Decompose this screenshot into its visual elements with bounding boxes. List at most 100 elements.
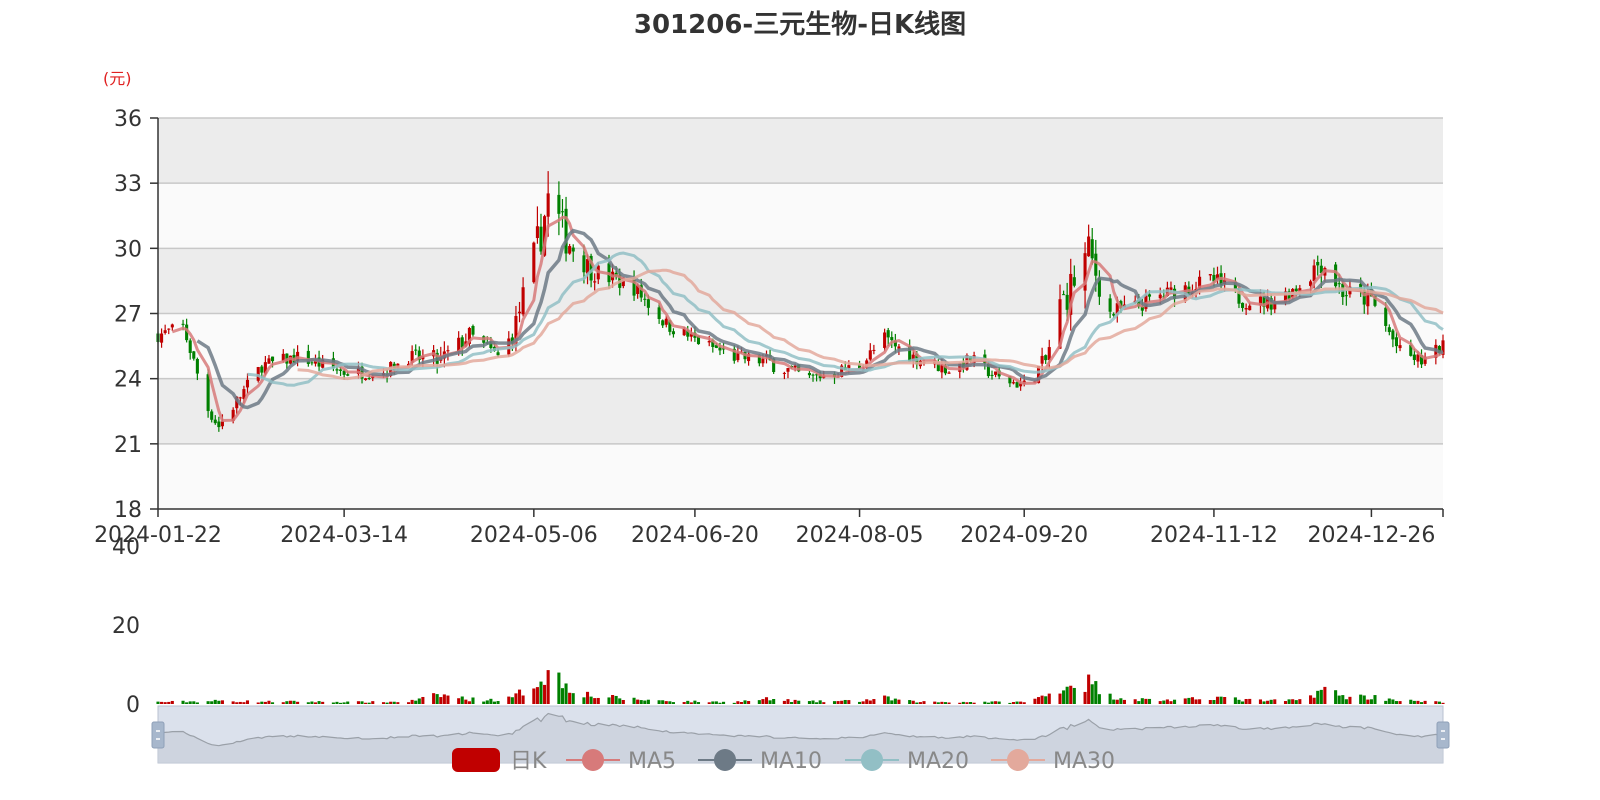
volume-bar[interactable]	[1348, 696, 1352, 704]
volume-bar[interactable]	[532, 688, 536, 704]
volume-bar[interactable]	[181, 700, 185, 704]
volume-bar[interactable]	[1072, 687, 1076, 704]
volume-bar[interactable]	[367, 702, 371, 704]
zoom-left-handle[interactable]	[151, 721, 165, 749]
volume-bar[interactable]	[288, 700, 292, 704]
volume-bar[interactable]	[858, 701, 862, 704]
volume-bar[interactable]	[865, 699, 869, 704]
volume-bar[interactable]	[1412, 700, 1416, 704]
volume-bar[interactable]	[356, 701, 360, 704]
candle-body[interactable]	[1015, 382, 1019, 388]
volume-bar[interactable]	[1022, 702, 1026, 704]
volume-bar[interactable]	[772, 699, 776, 704]
volume-bar[interactable]	[743, 700, 747, 704]
volume-bar[interactable]	[936, 702, 940, 704]
volume-bar[interactable]	[818, 700, 822, 704]
volume-bar[interactable]	[711, 701, 715, 704]
volume-bar[interactable]	[560, 688, 565, 704]
volume-bar[interactable]	[1194, 699, 1198, 704]
volume-bar-series[interactable]	[156, 670, 1445, 704]
candle-body[interactable]	[1294, 288, 1298, 292]
volume-bar[interactable]	[539, 681, 543, 704]
volume-bar[interactable]	[317, 701, 321, 704]
candle-body[interactable]	[1248, 305, 1252, 311]
volume-bar[interactable]	[883, 695, 887, 704]
volume-bar[interactable]	[836, 701, 840, 704]
volume-bar[interactable]	[557, 672, 561, 704]
volume-bar[interactable]	[668, 701, 672, 704]
volume-bar[interactable]	[195, 702, 199, 704]
volume-bar[interactable]	[922, 701, 926, 704]
volume-bar[interactable]	[639, 700, 643, 704]
volume-bar[interactable]	[671, 702, 675, 704]
candle-body[interactable]	[707, 340, 711, 343]
candle-body[interactable]	[267, 358, 271, 364]
volume-bar[interactable]	[757, 700, 761, 704]
volume-bar[interactable]	[160, 701, 164, 704]
volume-bar[interactable]	[990, 701, 994, 704]
volume-bar[interactable]	[1434, 701, 1438, 704]
candle-body[interactable]	[671, 331, 675, 335]
candle-body[interactable]	[1011, 382, 1016, 384]
volume-bar[interactable]	[983, 701, 987, 704]
candle-body[interactable]	[786, 368, 790, 372]
volume-bar[interactable]	[1215, 696, 1220, 704]
volume-bar[interactable]	[464, 699, 468, 704]
candle-body[interactable]	[1344, 295, 1348, 297]
volume-bar[interactable]	[1158, 701, 1162, 704]
volume-bar[interactable]	[997, 701, 1001, 704]
volume-bar[interactable]	[793, 699, 797, 704]
candle-body[interactable]	[181, 323, 185, 325]
volume-bar[interactable]	[1011, 702, 1016, 704]
candle-body[interactable]	[339, 369, 343, 371]
volume-bar[interactable]	[1294, 700, 1298, 704]
volume-bar[interactable]	[1065, 686, 1069, 704]
volume-bar[interactable]	[467, 701, 471, 704]
volume-bar[interactable]	[732, 702, 736, 704]
volume-bar[interactable]	[1083, 691, 1087, 704]
volume-bar[interactable]	[1283, 701, 1288, 704]
volume-bar[interactable]	[747, 701, 751, 704]
candle-body[interactable]	[868, 350, 872, 360]
volume-bar[interactable]	[1040, 695, 1044, 704]
volume-bar[interactable]	[815, 702, 819, 704]
volume-bar[interactable]	[1133, 699, 1137, 704]
volume-bar[interactable]	[943, 702, 948, 704]
volume-bar[interactable]	[596, 697, 600, 704]
volume-bar[interactable]	[915, 702, 919, 704]
volume-bar[interactable]	[843, 699, 847, 704]
volume-bar[interactable]	[263, 701, 267, 704]
candle-body[interactable]	[1108, 298, 1112, 312]
candle-body[interactable]	[1241, 302, 1245, 308]
candle-body[interactable]	[1072, 277, 1076, 286]
volume-bar[interactable]	[1319, 689, 1323, 704]
volume-bar[interactable]	[1223, 697, 1227, 704]
volume-bar[interactable]	[1212, 700, 1216, 704]
volume-bar[interactable]	[1169, 701, 1173, 704]
volume-bar[interactable]	[331, 702, 335, 704]
candle-body[interactable]	[245, 379, 250, 388]
volume-bar[interactable]	[217, 700, 221, 704]
volume-bar[interactable]	[192, 701, 196, 704]
volume-bar[interactable]	[1140, 698, 1144, 704]
volume-bar[interactable]	[636, 699, 640, 704]
candle-body[interactable]	[546, 193, 550, 217]
volume-bar[interactable]	[811, 700, 815, 704]
volume-bar[interactable]	[940, 701, 944, 704]
candle-body[interactable]	[1334, 264, 1338, 287]
volume-bar[interactable]	[392, 701, 396, 704]
volume-bar[interactable]	[1366, 699, 1370, 704]
volume-bar[interactable]	[1119, 698, 1123, 704]
candle-body[interactable]	[364, 378, 368, 381]
volume-bar[interactable]	[1090, 684, 1094, 704]
volume-bar[interactable]	[1312, 697, 1316, 704]
volume-bar[interactable]	[471, 697, 475, 704]
volume-bar[interactable]	[1094, 681, 1098, 704]
candle-body[interactable]	[367, 377, 371, 379]
volume-bar[interactable]	[1122, 699, 1126, 704]
candle-body[interactable]	[990, 374, 994, 376]
volume-bar[interactable]	[1369, 699, 1373, 704]
volume-bar[interactable]	[872, 699, 876, 704]
volume-bar[interactable]	[170, 700, 174, 704]
candle-body[interactable]	[883, 332, 887, 348]
